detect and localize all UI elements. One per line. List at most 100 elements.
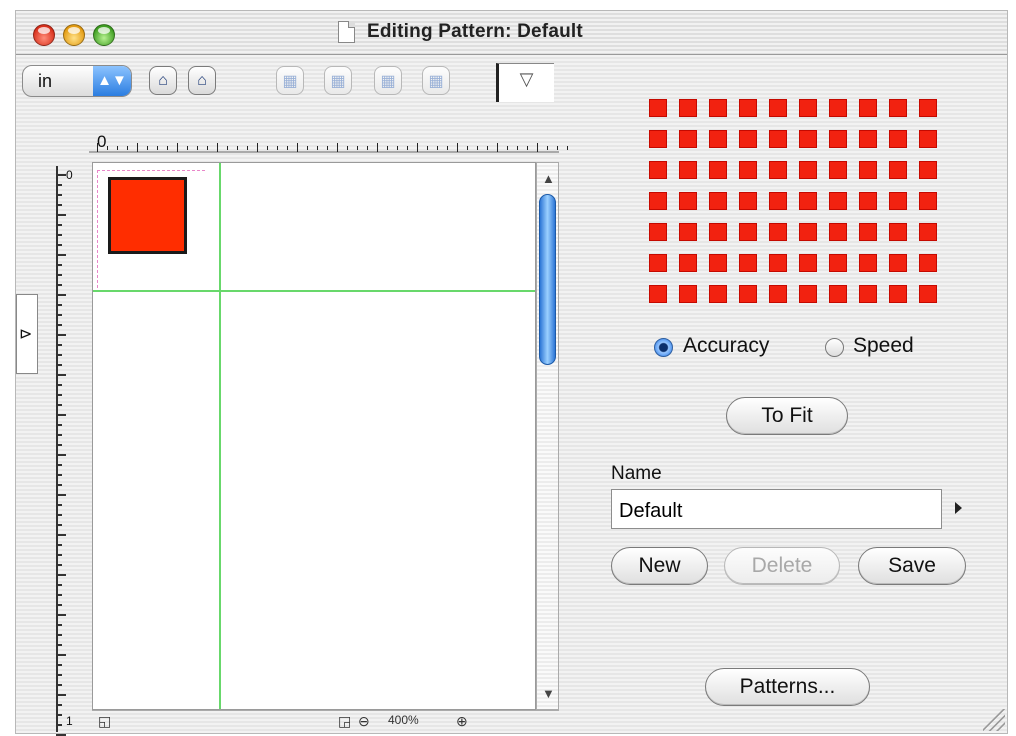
- pattern-preview-cell: [889, 99, 907, 117]
- ruler-tick: [56, 294, 66, 296]
- pattern-preview-cell: [709, 223, 727, 241]
- pattern-preview-cell: [739, 254, 757, 272]
- pattern-preview-cell: [799, 223, 817, 241]
- ruler-tick: [187, 146, 188, 150]
- canvas-scrollbar[interactable]: ▲ ▼: [536, 162, 559, 710]
- pattern-preview-cell: [799, 285, 817, 303]
- slider-handle-icon[interactable]: ⊳: [19, 324, 32, 344]
- pattern-preview-cell: [649, 285, 667, 303]
- ruler-tick: [157, 146, 158, 150]
- resize-grip-icon[interactable]: [983, 709, 1005, 731]
- pattern-preview-cell: [739, 192, 757, 210]
- send-backward-button[interactable]: ▦: [374, 66, 402, 95]
- unlock-button[interactable]: ⌂: [188, 66, 216, 95]
- pattern-preview-cell: [799, 161, 817, 179]
- zoom-icon[interactable]: [93, 24, 115, 46]
- ruler-tick: [56, 544, 62, 546]
- ruler-tick: [427, 146, 428, 150]
- ruler-tick: [167, 146, 168, 150]
- vertical-guide[interactable]: [219, 163, 221, 709]
- new-button[interactable]: New: [611, 547, 708, 585]
- bring-to-front-icon: ▦: [330, 72, 346, 90]
- left-position-slider[interactable]: ⊳: [16, 294, 38, 374]
- pattern-preview-cell: [799, 99, 817, 117]
- scroll-down-icon[interactable]: ▼: [542, 686, 555, 701]
- arrange-forward-button[interactable]: ▦: [276, 66, 304, 95]
- ruler-baseline: [89, 151, 559, 153]
- ruler-tick: [377, 143, 378, 152]
- save-button[interactable]: Save: [858, 547, 966, 585]
- ruler-tick: [507, 146, 508, 150]
- pattern-canvas[interactable]: [92, 162, 536, 710]
- ruler-tick: [317, 146, 318, 150]
- ruler-tick: [107, 146, 108, 150]
- pattern-preview-cell: [859, 254, 877, 272]
- ruler-tick: [537, 143, 538, 152]
- pattern-preview-cell: [769, 223, 787, 241]
- page-icon[interactable]: ◱: [98, 713, 111, 730]
- ruler-tick: [56, 374, 66, 376]
- ruler-tick: [56, 404, 62, 406]
- ruler-tick: [347, 146, 348, 150]
- pattern-preview-cell: [769, 254, 787, 272]
- pattern-square[interactable]: [108, 177, 187, 254]
- speed-radio[interactable]: [825, 338, 844, 357]
- ruler-number-zero: 0: [66, 168, 73, 182]
- unit-select[interactable]: in ▲▼: [22, 65, 132, 97]
- ruler-tick: [56, 724, 62, 726]
- ruler-tick: [56, 644, 62, 646]
- close-icon[interactable]: [33, 24, 55, 46]
- pattern-preview-cell: [919, 254, 937, 272]
- scroll-thumb[interactable]: [539, 194, 556, 365]
- pointer-tool-box[interactable]: ▽: [496, 63, 554, 102]
- pattern-preview-cell: [709, 254, 727, 272]
- ruler-tick: [56, 454, 66, 456]
- minimize-icon[interactable]: [63, 24, 85, 46]
- pattern-preview-cell: [919, 285, 937, 303]
- unit-stepper-icon[interactable]: ▲▼: [93, 66, 131, 96]
- unit-value: in: [38, 71, 53, 91]
- ruler-tick: [437, 146, 438, 150]
- fit-icon[interactable]: ◲: [338, 713, 351, 730]
- ruler-tick: [56, 244, 62, 246]
- ruler-tick: [56, 684, 62, 686]
- pattern-preview-cell: [679, 99, 697, 117]
- ruler-tick: [56, 604, 62, 606]
- send-to-back-button[interactable]: ▦: [422, 66, 450, 95]
- pattern-preview-cell: [829, 285, 847, 303]
- window-titlebar[interactable]: Editing Pattern: Default: [16, 11, 1007, 55]
- accuracy-label[interactable]: Accuracy: [683, 334, 769, 358]
- pattern-preview-cell: [739, 130, 757, 148]
- horizontal-guide[interactable]: [93, 290, 535, 292]
- pattern-preview-cell: [709, 285, 727, 303]
- horizontal-ruler: 0: [89, 132, 568, 162]
- name-menu-icon[interactable]: [955, 502, 962, 514]
- ruler-tick: [227, 146, 228, 150]
- ruler-tick: [397, 146, 398, 150]
- ruler-tick: [56, 474, 62, 476]
- scroll-up-icon[interactable]: ▲: [542, 171, 555, 186]
- ruler-zero-label: 0: [97, 132, 107, 151]
- zoom-in-icon[interactable]: ⊕: [456, 713, 468, 730]
- name-input[interactable]: [619, 500, 934, 523]
- ruler-tick: [117, 146, 118, 150]
- ruler-tick: [56, 514, 62, 516]
- ruler-tick: [237, 146, 238, 150]
- send-backward-icon: ▦: [380, 72, 396, 90]
- canvas-bottom-toolbar: ◱ ◲ ⊖ 400% ⊕: [92, 710, 559, 733]
- speed-label[interactable]: Speed: [853, 334, 914, 358]
- name-field[interactable]: [611, 489, 942, 529]
- bring-to-front-button[interactable]: ▦: [324, 66, 352, 95]
- to-fit-button[interactable]: To Fit: [726, 397, 848, 435]
- zoom-out-icon[interactable]: ⊖: [358, 713, 370, 730]
- pattern-preview-cell: [859, 192, 877, 210]
- zoom-level[interactable]: 400%: [388, 713, 450, 731]
- accuracy-radio[interactable]: [654, 338, 673, 357]
- ruler-tick: [56, 614, 66, 616]
- arrange-forward-icon: ▦: [282, 72, 298, 90]
- lock-button[interactable]: ⌂: [149, 66, 177, 95]
- unlock-icon: ⌂: [197, 71, 207, 89]
- pattern-preview-cell: [859, 223, 877, 241]
- patterns-button[interactable]: Patterns...: [705, 668, 870, 706]
- ruler-line: [56, 166, 58, 732]
